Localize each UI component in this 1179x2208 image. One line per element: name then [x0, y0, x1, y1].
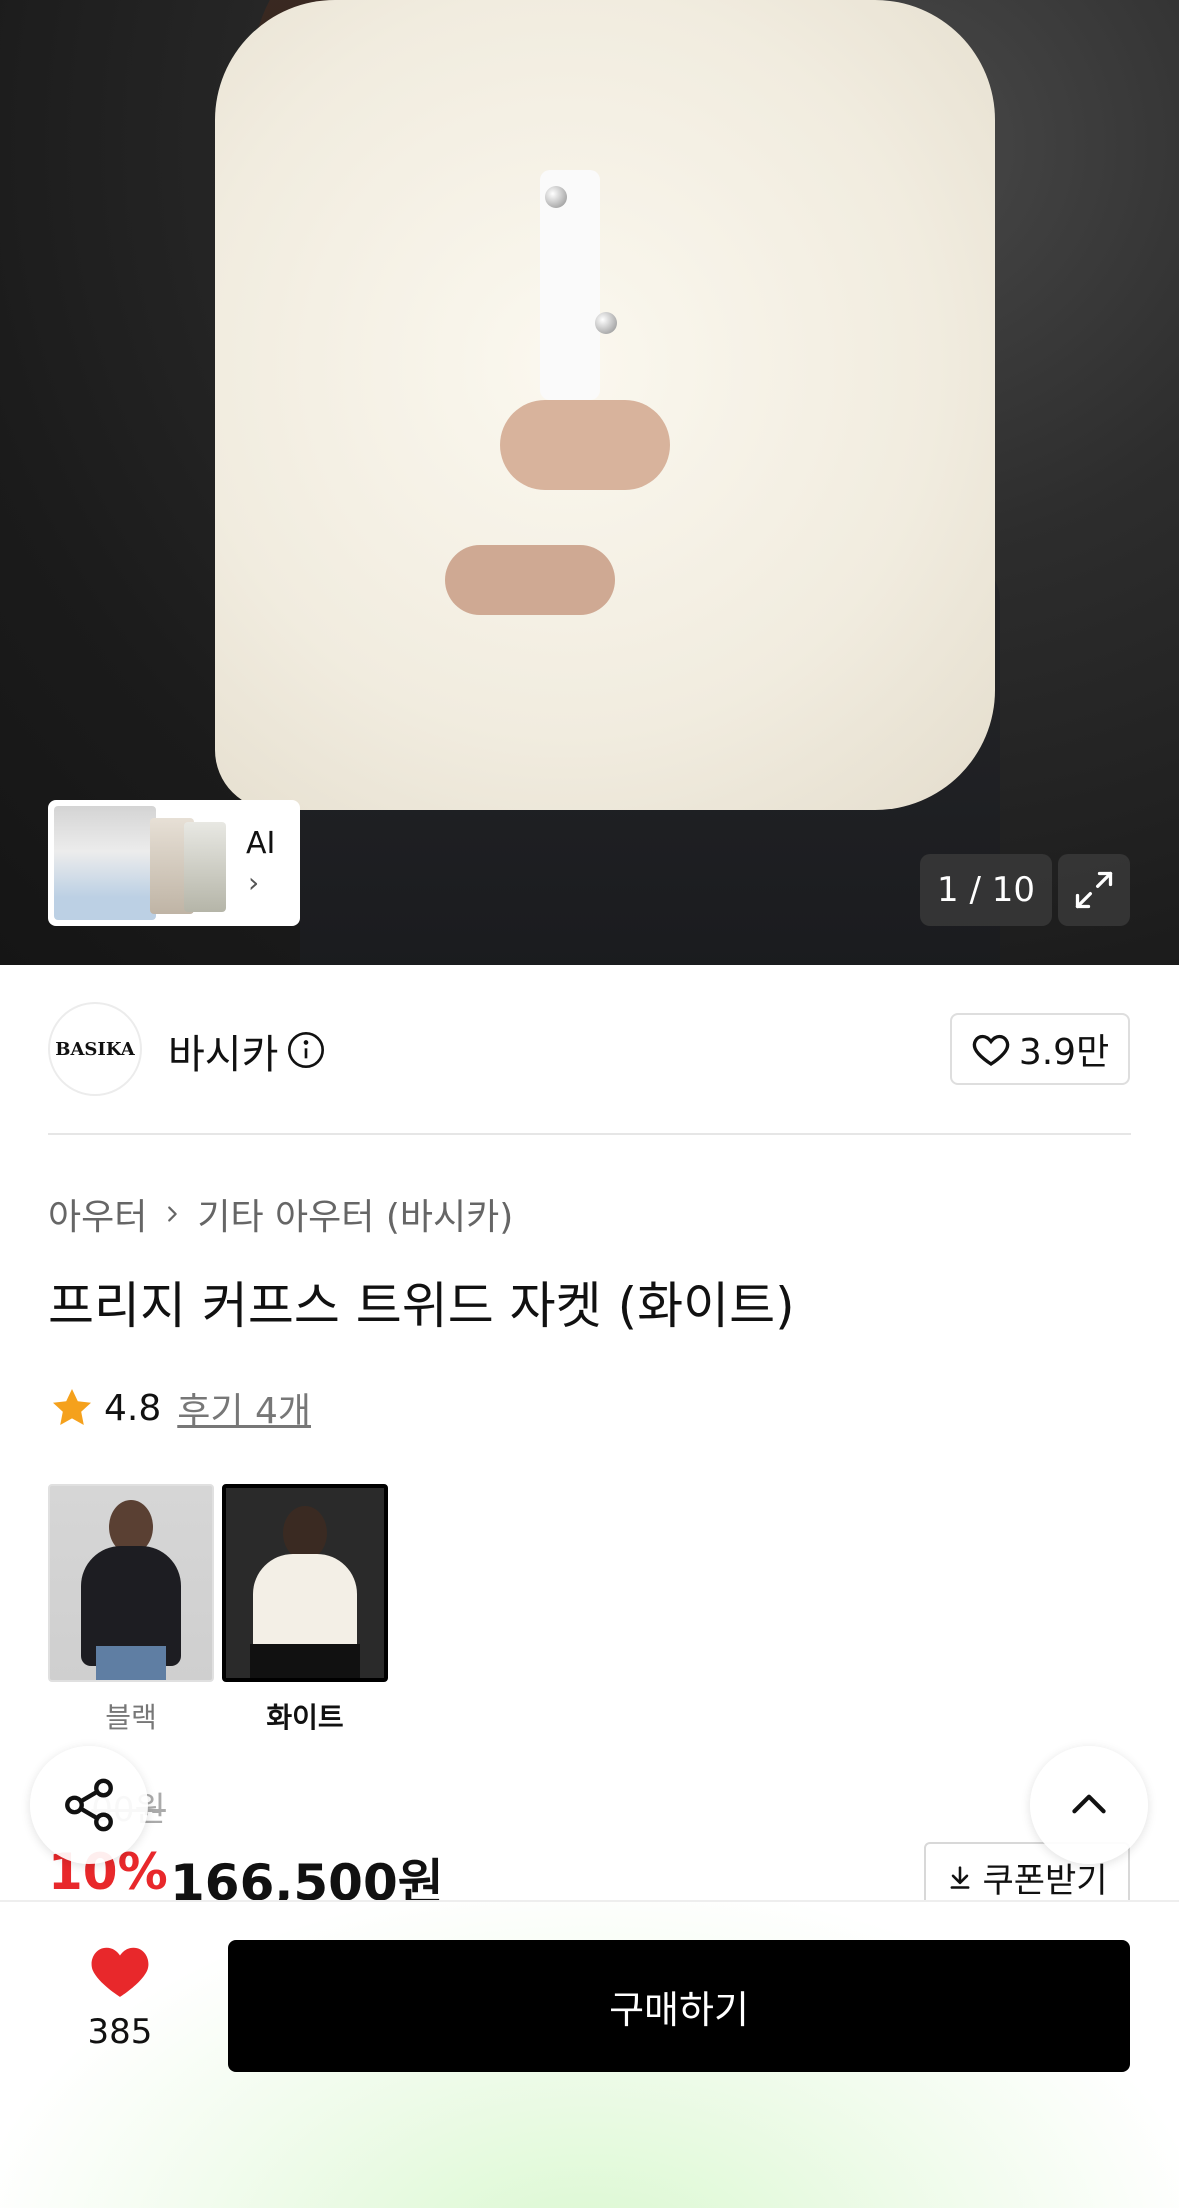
expand-button[interactable]	[1058, 854, 1130, 926]
ai-label: AI	[246, 826, 276, 861]
ai-thumbnail	[184, 822, 226, 912]
buy-button[interactable]: 구매하기	[228, 1940, 1130, 2072]
chevron-right-icon	[168, 1206, 178, 1222]
color-option-white[interactable]	[222, 1484, 388, 1682]
breadcrumb-category[interactable]: 아우터	[48, 1188, 147, 1240]
option-image-skirt	[250, 1644, 360, 1678]
share-icon	[65, 1778, 113, 1832]
image-hand	[500, 400, 670, 490]
option-image-jacket	[253, 1554, 357, 1654]
brand-like-count: 3.9만	[1018, 1032, 1110, 1073]
brand-like-button[interactable]: 3.9만	[950, 1013, 1130, 1085]
image-jacket-button	[595, 312, 617, 334]
ai-styling-card[interactable]: AI ›	[48, 800, 300, 926]
chevron-up-icon	[1072, 1794, 1106, 1814]
product-rating: 4.8 후기 4개	[48, 1382, 311, 1434]
star-icon	[53, 1389, 91, 1425]
wishlist-button[interactable]: 385	[60, 1942, 180, 2052]
chevron-right-icon: ›	[248, 866, 260, 899]
scroll-top-button[interactable]	[1030, 1746, 1148, 1864]
ai-thumbnail	[54, 806, 156, 920]
review-link[interactable]: 후기 4개	[177, 1382, 311, 1434]
brand-logo[interactable]: BASIKA	[48, 1002, 142, 1096]
wishlist-count: 385	[87, 2012, 153, 2052]
info-icon[interactable]	[286, 1030, 326, 1070]
share-button[interactable]	[30, 1746, 148, 1864]
option-image-head	[283, 1506, 327, 1560]
product-main-image[interactable]: AI › 1 / 10	[0, 0, 1179, 965]
download-icon	[950, 1866, 970, 1889]
image-jacket-button	[545, 186, 567, 208]
expand-icon	[1075, 871, 1113, 909]
color-option-black[interactable]	[48, 1484, 214, 1682]
color-option-label: 화이트	[266, 1701, 344, 1734]
brand-name[interactable]: 바시카	[168, 1022, 278, 1080]
heart-filled-icon	[91, 1947, 149, 1997]
rating-value: 4.8	[104, 1387, 162, 1429]
divider	[48, 1133, 1131, 1135]
option-image-jeans	[96, 1646, 166, 1680]
heart-outline-icon	[972, 1034, 1010, 1066]
image-counter: 1 / 10	[920, 854, 1052, 926]
color-option-label: 블랙	[105, 1701, 157, 1734]
product-title: 프리지 커프스 트위드 자켓 (화이트)	[48, 1277, 795, 1335]
bottom-action-bar: 385 구매하기	[0, 1900, 1179, 2208]
breadcrumb-subcategory[interactable]: 기타 아우터 (바시카)	[197, 1188, 513, 1240]
image-hand	[445, 545, 615, 615]
breadcrumb: 아우터 기타 아우터 (바시카)	[48, 1188, 513, 1240]
